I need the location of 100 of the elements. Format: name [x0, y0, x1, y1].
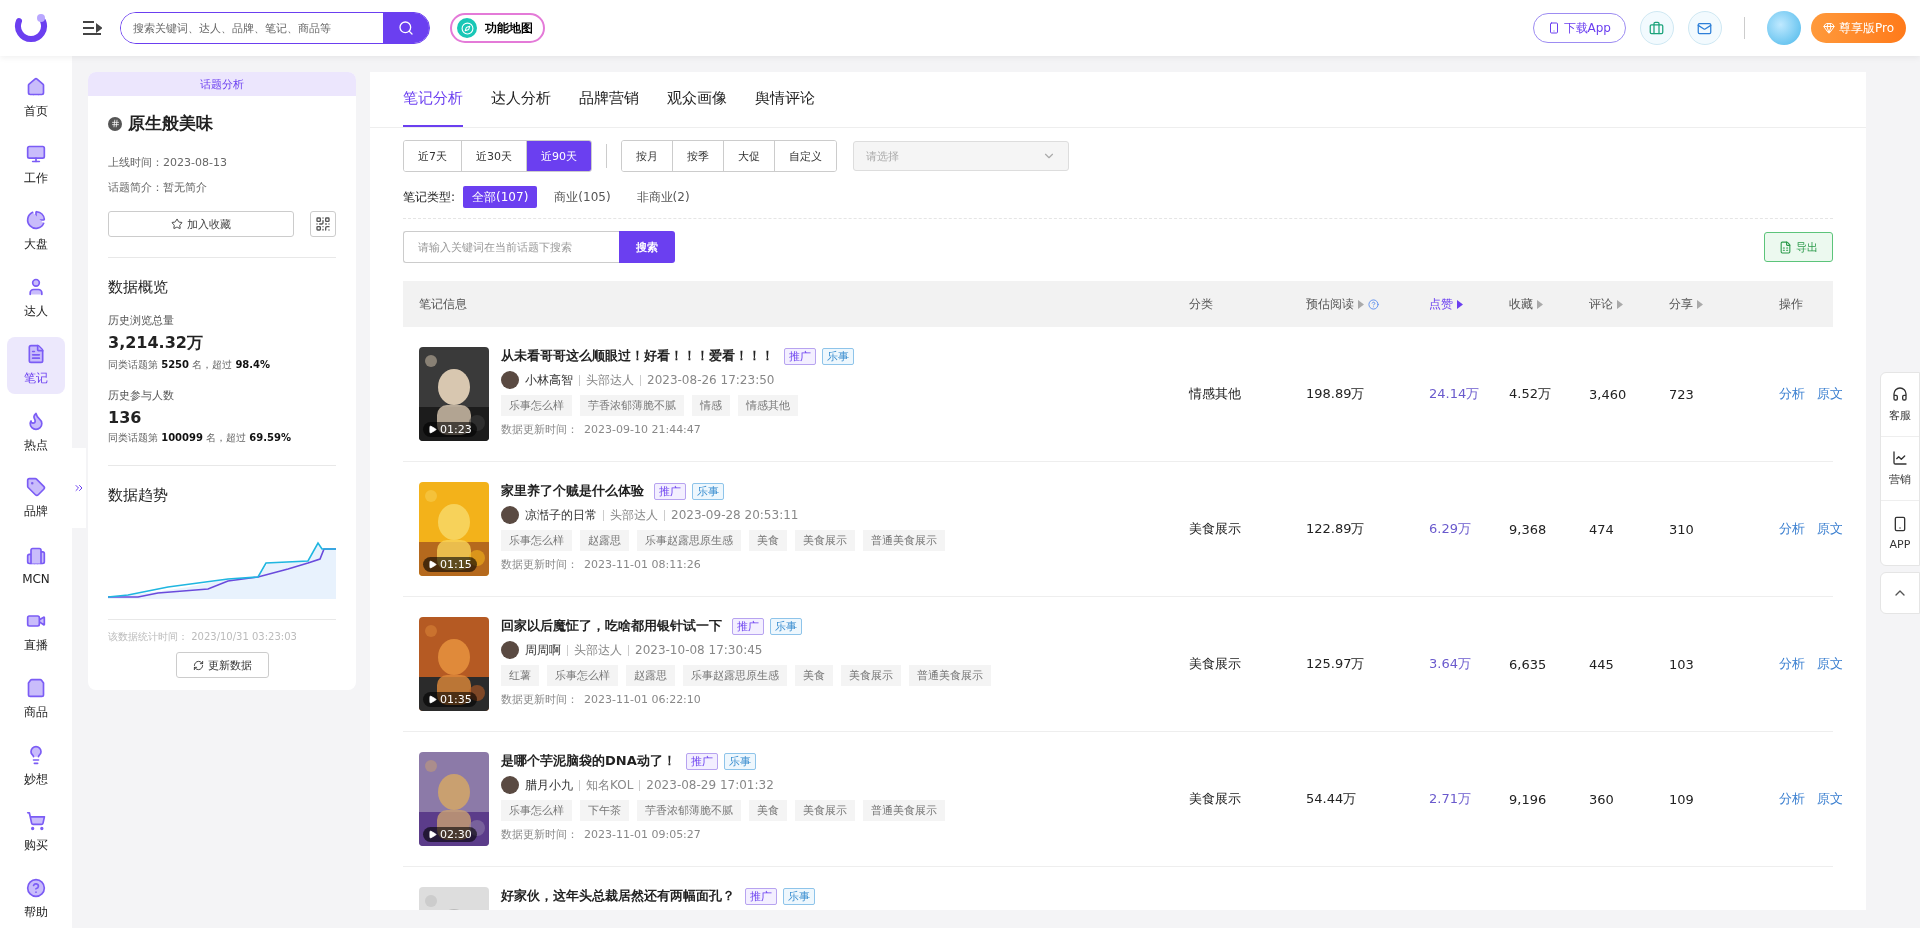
favorites-cell-text: 6,635: [1509, 656, 1548, 672]
topic-tag: 美食: [749, 530, 787, 551]
metric-value: 136: [108, 408, 143, 427]
column-header[interactable]: 点赞: [1429, 295, 1453, 313]
author-name[interactable]: 小林高智: [525, 371, 573, 389]
nav-item[interactable]: 直播: [7, 604, 65, 661]
note-title[interactable]: 从未看哥哥这么顺眼过！好看！！！爱看！！！: [501, 347, 774, 365]
nav-item[interactable]: 帮助: [7, 871, 65, 928]
side-tool-button[interactable]: 营销: [1881, 437, 1919, 501]
export-button[interactable]: 导出: [1764, 232, 1833, 262]
author-name[interactable]: 腊月小九: [525, 776, 573, 794]
nav-item[interactable]: 大盘: [7, 203, 65, 261]
nav-item[interactable]: 商品: [7, 670, 65, 728]
note-title[interactable]: 是哪个芋泥脑袋的DNA动了！: [501, 752, 676, 770]
column-header[interactable]: 预估阅读: [1306, 295, 1354, 313]
tab[interactable]: 品牌营销: [579, 72, 639, 127]
column-header[interactable]: 评论: [1589, 295, 1613, 313]
action-link[interactable]: 原文: [1817, 385, 1843, 403]
note-tag: 推广: [784, 347, 816, 365]
nav-item[interactable]: 工作: [7, 136, 65, 194]
feature-map-button[interactable]: 功能地图: [450, 13, 545, 43]
range-button[interactable]: 近90天: [527, 141, 591, 171]
refresh-button[interactable]: 更新数据: [175, 652, 269, 678]
headset-icon: [1892, 386, 1908, 402]
search-field[interactable]: 搜索关键词、达人、品牌、笔记、商品等: [120, 12, 430, 44]
side-tool-button[interactable]: APP: [1881, 501, 1919, 565]
side-tool-button[interactable]: 客服: [1881, 373, 1919, 437]
note-title[interactable]: 家里养了个贼是什么体验: [501, 482, 644, 500]
gem-icon: [1822, 22, 1835, 34]
nav-item[interactable]: 品牌: [7, 470, 65, 528]
logo[interactable]: [14, 11, 48, 45]
menu-icon[interactable]: [82, 20, 102, 36]
note-type-label: 笔记类型:: [403, 188, 456, 206]
download-app-button[interactable]: 下载App: [1532, 13, 1626, 43]
action-link[interactable]: 分析: [1779, 655, 1805, 673]
topic-tag: 乐事赵露思原生感: [637, 530, 741, 551]
nav-item[interactable]: 热点: [7, 403, 65, 461]
comments-cell-text: 3,460: [1589, 386, 1628, 402]
note-type-option[interactable]: 非商业(2): [627, 186, 699, 208]
sort-icon[interactable]: [1457, 299, 1463, 309]
note-type-option[interactable]: 商业(105): [545, 186, 620, 208]
action-link[interactable]: 分析: [1779, 790, 1805, 808]
reads-cell-text: 122.89万: [1306, 520, 1366, 538]
period-button[interactable]: 按月: [622, 141, 673, 171]
search-button[interactable]: [383, 13, 429, 43]
tab[interactable]: 舆情评论: [755, 72, 815, 127]
note-type-option[interactable]: 全部(107): [463, 186, 538, 208]
topic-intro: 话题简介：暂无简介: [108, 180, 208, 195]
shares-cell-text: 310: [1669, 521, 1695, 537]
tab[interactable]: 观众画像: [667, 72, 727, 127]
shares-cell-text: 103: [1669, 656, 1695, 672]
back-to-top-button[interactable]: [1880, 572, 1920, 614]
favorites-cell-text: 9,368: [1509, 521, 1548, 537]
likes-cell-text: 6.29万: [1429, 520, 1472, 538]
help-icon[interactable]: [1368, 298, 1379, 310]
action-link[interactable]: 原文: [1817, 655, 1843, 673]
video-duration: 01:23: [423, 422, 477, 437]
search-icon: [398, 20, 414, 36]
nav-item[interactable]: 妙想: [7, 737, 65, 795]
qr-code-icon[interactable]: [310, 211, 336, 237]
category-cell-text: 美食展示: [1189, 655, 1242, 673]
update-time: 2023-09-10 21:44:47: [584, 423, 701, 436]
author-name[interactable]: 周周啊: [525, 641, 561, 659]
metric-label: 历史参与人数: [108, 388, 175, 403]
column-header[interactable]: 收藏: [1509, 295, 1533, 313]
mail-icon[interactable]: [1687, 11, 1722, 45]
favorite-button[interactable]: 加入收藏: [108, 211, 294, 237]
refresh-icon: [192, 659, 204, 671]
briefcase-icon[interactable]: [1639, 11, 1674, 45]
nav-item[interactable]: 笔记: [7, 337, 65, 394]
metric-value: 3,214.32万: [108, 333, 204, 354]
action-link[interactable]: 原文: [1817, 790, 1843, 808]
cart-icon: [26, 811, 46, 832]
tab[interactable]: 笔记分析: [403, 72, 463, 127]
nav-item[interactable]: 首页: [7, 70, 65, 127]
action-link[interactable]: 分析: [1779, 385, 1805, 403]
nav-item[interactable]: MCN: [7, 537, 65, 595]
avatar[interactable]: [1766, 11, 1801, 45]
note-title[interactable]: 回家以后魔怔了，吃啥都用银针试一下: [501, 617, 722, 635]
search-button[interactable]: 搜索: [619, 231, 675, 263]
topic-tag: 芋香浓郁薄脆不腻: [580, 395, 684, 416]
note-title[interactable]: 好家伙，这年头总裁居然还有两幅面孔？: [501, 887, 735, 905]
action-link[interactable]: 分析: [1779, 520, 1805, 538]
range-button[interactable]: 近7天: [404, 141, 462, 171]
spreadsheet-icon: [1779, 240, 1792, 254]
tab[interactable]: 达人分析: [491, 72, 551, 127]
nav-item[interactable]: 达人: [7, 270, 65, 328]
nav-item[interactable]: 购买: [7, 804, 65, 862]
publish-time: 2023-10-08 17:30:45: [635, 643, 763, 657]
line-chart-icon: [1892, 450, 1908, 466]
author-name[interactable]: 凉湉子的日常: [525, 506, 597, 524]
note-tag: 推广: [685, 752, 718, 770]
keyword-field[interactable]: 请输入关键词在当前话题下搜索: [403, 231, 619, 263]
topic-tag: 乐事赵露思原生感: [683, 665, 787, 686]
help-icon: [26, 878, 46, 899]
likes-cell-text: 2.71万: [1429, 790, 1472, 808]
flame-icon: [26, 410, 46, 431]
column-header[interactable]: 分享: [1669, 295, 1693, 313]
action-link[interactable]: 原文: [1817, 520, 1843, 538]
note-tag: 乐事: [692, 482, 724, 500]
